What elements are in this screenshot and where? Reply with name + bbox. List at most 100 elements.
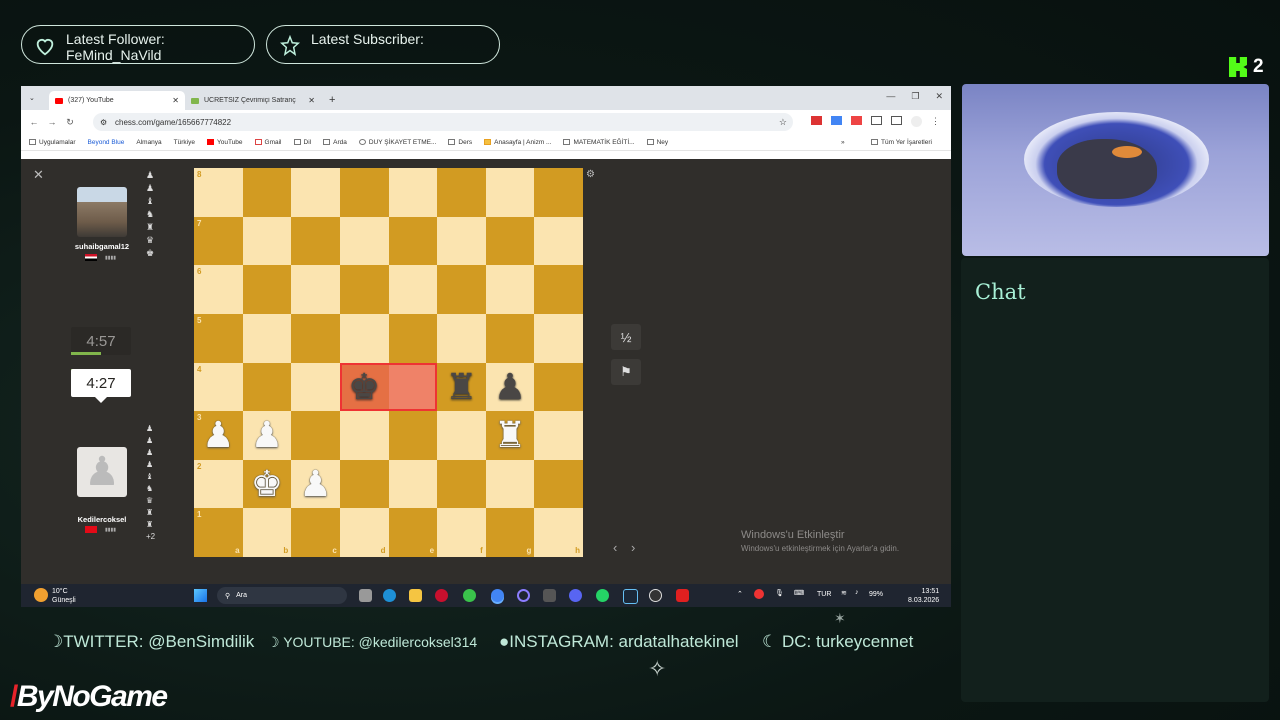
square-h7[interactable] [534,216,583,266]
offer-draw-button[interactable]: ½ [611,324,641,350]
tab-search-icon[interactable]: ⌄ [29,94,35,102]
square-a6[interactable]: 6 [194,265,243,314]
microphone-icon[interactable]: 🎙 [775,589,784,597]
bookmark-apps[interactable]: Uygulamalar [29,139,76,146]
taskbar-search[interactable]: ⚲ Ara [217,587,347,604]
chess-board[interactable]: 8 7 6 5 4 3 2 1 a b c d e f g h ♚ ♜ ♟ ♟ ♟ ♜ ♚ ♟ [194,168,583,557]
bookmark-item[interactable]: DUY ŞİKAYET ETME... [358,139,436,146]
square-h4[interactable] [534,362,583,412]
site-info-icon[interactable]: ⚙ [100,118,107,127]
opera-icon[interactable] [435,589,448,602]
obs-icon[interactable] [649,589,662,602]
black-pawn[interactable]: ♟ [486,363,535,411]
square-b6[interactable] [242,265,292,314]
whatsapp-icon[interactable] [596,589,609,602]
bookmark-folder[interactable]: MATEMATİK EĞİTİ... [563,139,635,146]
previous-move-icon[interactable]: ‹ [613,540,617,555]
square-f2[interactable] [437,459,486,509]
square-h2[interactable] [534,459,583,509]
pen-tool-icon[interactable] [543,589,556,602]
bookmark-folder[interactable]: Dil [293,139,311,146]
square-e6[interactable] [388,265,438,314]
square-g1[interactable]: g [485,508,535,557]
white-rook[interactable]: ♜ [486,411,535,459]
square-d2[interactable] [339,459,389,509]
address-bar[interactable]: ⚙ chess.com/game/165667774822 ☆ [93,113,793,131]
resign-button[interactable]: ⚑ [611,359,641,385]
task-view-icon[interactable] [359,589,372,602]
bookmark-star-icon[interactable]: ☆ [779,117,787,128]
all-bookmarks[interactable]: Tüm Yer İşaretleri [871,139,932,146]
black-rook[interactable]: ♜ [437,363,486,411]
extension-icon[interactable] [851,116,862,125]
profile-avatar[interactable] [911,116,922,127]
sidepanel-icon[interactable] [891,116,902,125]
bookmark-item[interactable]: Anasayfa | Anizm ... [484,139,551,146]
close-window-icon[interactable]: ✕ [935,91,943,102]
square-c8[interactable] [291,168,340,217]
steam-icon[interactable] [623,589,638,604]
square-d5[interactable] [339,313,389,363]
square-h1[interactable]: h [534,508,583,557]
acrobat-icon[interactable] [676,589,689,602]
square-c6[interactable] [291,265,340,314]
square-b8[interactable] [242,168,292,217]
square-g2[interactable] [485,459,535,509]
square-g6[interactable] [485,265,535,314]
square-b4[interactable] [242,362,292,412]
square-a2[interactable]: 2 [194,459,243,509]
square-h3[interactable] [534,411,583,460]
windows-start-icon[interactable] [194,589,207,602]
bookmark-folder[interactable]: Arda [323,139,347,146]
line-icon[interactable] [463,589,476,602]
square-g7[interactable] [485,216,535,266]
square-f6[interactable] [437,265,486,314]
edge-icon[interactable] [383,589,396,602]
player-name[interactable]: Kedilercoksel [57,515,147,524]
square-c3[interactable] [291,411,340,460]
bookmark-folder[interactable]: Ney [646,139,668,146]
square-a8[interactable]: 8 [194,168,243,217]
new-tab-button[interactable]: + [329,94,335,106]
square-c1[interactable]: c [291,508,340,557]
minimize-icon[interactable]: — [886,91,895,102]
square-h8[interactable] [534,168,583,217]
weather-icon[interactable] [34,588,48,602]
white-pawn[interactable]: ♟ [194,411,243,459]
battery-level[interactable]: 99% [869,591,883,598]
menu-icon[interactable]: ⋮ [931,116,940,127]
square-b1[interactable]: b [242,508,292,557]
bookmark-folder[interactable]: Ders [448,139,472,146]
white-pawn[interactable]: ♟ [243,411,292,459]
square-e7[interactable] [388,216,438,266]
tab-chess[interactable]: ÜCRETSİZ Çevrimiçi Satranç ✕ [185,91,321,110]
chrome-icon[interactable] [491,589,504,602]
tray-expand-icon[interactable]: ⌃ [737,590,743,598]
square-c7[interactable] [291,216,340,266]
bookmark-item[interactable]: Gmail [254,139,282,146]
next-move-icon[interactable]: › [631,540,635,555]
square-f1[interactable]: f [437,508,486,557]
square-d7[interactable] [339,216,389,266]
square-d3[interactable] [339,411,389,460]
bookmark-item[interactable]: Türkiye [174,139,195,146]
bookmark-item[interactable]: Almanya [136,139,161,146]
square-e3[interactable] [388,411,438,460]
opponent-avatar[interactable] [77,187,127,237]
maximize-icon[interactable]: ❐ [911,91,919,102]
more-bookmarks-icon[interactable]: » [841,139,845,146]
square-f7[interactable] [437,216,486,266]
app-icon[interactable] [517,589,530,602]
opponent-name[interactable]: suhaibgamal12 [57,242,147,251]
white-king[interactable]: ♚ [243,460,292,508]
square-b5[interactable] [242,313,292,363]
close-icon[interactable]: ✕ [33,167,44,183]
square-a7[interactable]: 7 [194,216,243,266]
back-icon[interactable]: ← [25,117,43,127]
tab-youtube[interactable]: (327) YouTube ✕ [49,91,185,110]
weather-widget[interactable]: 10°C Güneşli [52,587,76,605]
square-f8[interactable] [437,168,486,217]
square-h6[interactable] [534,265,583,314]
bookmark-item[interactable]: YouTube [206,139,243,146]
square-e2[interactable] [388,459,438,509]
